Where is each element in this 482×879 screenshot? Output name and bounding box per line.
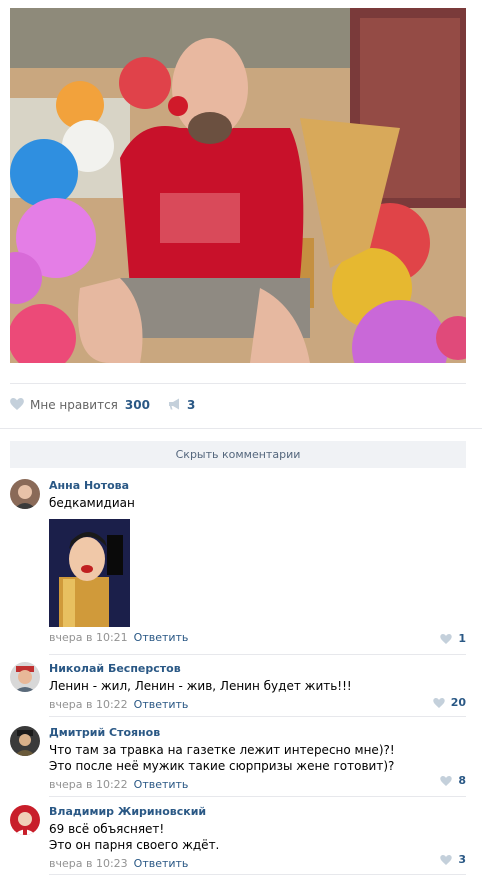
comment-body: Дмитрий Стоянов Что там за травка на газ…: [49, 726, 466, 792]
comment-like-button[interactable]: 1: [440, 632, 466, 645]
comment-text: бедкамидиан: [49, 495, 466, 511]
comment-separator: [49, 716, 466, 717]
reply-button[interactable]: Ответить: [134, 857, 189, 870]
comment-like-button[interactable]: 20: [432, 696, 466, 709]
heart-icon: [10, 397, 24, 413]
comment-text-line: Что там за травка на газетке лежит интер…: [49, 743, 395, 757]
comment-text-line: Это после неё мужик такие сюрпризы жене …: [49, 759, 395, 773]
share-count: 3: [186, 398, 196, 412]
comment-like-count: 1: [458, 632, 466, 645]
comment-body: Владимир Жириновский 69 всё объясняет! Э…: [49, 805, 466, 871]
reply-button[interactable]: Ответить: [134, 631, 189, 644]
comment-separator: [49, 796, 466, 797]
comment-body: Николай Бесперстов Ленин - жил, Ленин - …: [49, 662, 466, 712]
comment-photo[interactable]: [49, 519, 130, 627]
comment-like-count: 20: [450, 696, 466, 709]
comment-author[interactable]: Николай Бесперстов: [49, 662, 466, 676]
reply-button[interactable]: Ответить: [134, 698, 189, 711]
comment-text: Ленин - жил, Ленин - жив, Ленин будет жи…: [49, 678, 466, 694]
post-photo[interactable]: [10, 8, 466, 363]
comment-text-line: бедкамидиан: [49, 496, 135, 510]
comment: Дмитрий Стоянов Что там за травка на газ…: [10, 726, 466, 791]
hide-comments-button[interactable]: Скрыть комментарии: [10, 441, 466, 468]
comments-separator: [0, 428, 482, 429]
comment-like-count: 3: [458, 853, 466, 866]
comment-text: Что там за травка на газетке лежит интер…: [49, 742, 466, 774]
comment-author[interactable]: Владимир Жириновский: [49, 805, 466, 819]
comment-text: 69 всё объясняет! Это он парня своего жд…: [49, 821, 466, 853]
comment-author[interactable]: Дмитрий Стоянов: [49, 726, 466, 740]
comment-meta: вчера в 10:22 Ответить: [49, 778, 466, 792]
comment-text-line: Ленин - жил, Ленин - жив, Ленин будет жи…: [49, 679, 352, 693]
comment-separator: [49, 874, 466, 875]
like-button[interactable]: Мне нравится 300: [10, 397, 150, 413]
comment: Николай Бесперстов Ленин - жил, Ленин - …: [10, 662, 466, 712]
reply-button[interactable]: Ответить: [134, 778, 189, 791]
comment-time[interactable]: вчера в 10:22: [49, 698, 128, 711]
comment-meta: вчера в 10:21 Ответить: [49, 631, 466, 645]
comment-text-line: 69 всё объясняет!: [49, 822, 165, 836]
comment-like-count: 8: [458, 774, 466, 787]
avatar[interactable]: [10, 726, 40, 756]
comment-time[interactable]: вчера в 10:21: [49, 631, 128, 644]
share-button[interactable]: 3: [168, 398, 195, 413]
comment-time[interactable]: вчера в 10:22: [49, 778, 128, 791]
comment-like-button[interactable]: 3: [440, 853, 466, 866]
heart-icon: [440, 633, 453, 644]
avatar[interactable]: [10, 479, 40, 509]
comment: Анна Нотова бедкамидиан вчера в 10:21 Отв…: [10, 479, 466, 649]
like-label: Мне нравится: [30, 398, 118, 412]
comment-author[interactable]: Анна Нотова: [49, 479, 466, 493]
comment-body: Анна Нотова бедкамидиан вчера в 10:21 Отв…: [49, 479, 466, 645]
megaphone-icon: [168, 398, 182, 413]
avatar[interactable]: [10, 662, 40, 692]
heart-icon: [440, 854, 453, 865]
like-count: 300: [124, 398, 150, 412]
comment-meta: вчера в 10:22 Ответить: [49, 698, 466, 712]
heart-icon: [432, 697, 445, 708]
heart-icon: [440, 775, 453, 786]
comment-like-button[interactable]: 8: [440, 774, 466, 787]
comment-separator: [49, 654, 466, 655]
comment-meta: вчера в 10:23 Ответить: [49, 857, 466, 871]
comment-time[interactable]: вчера в 10:23: [49, 857, 128, 870]
comment: Владимир Жириновский 69 всё объясняет! Э…: [10, 805, 466, 870]
avatar[interactable]: [10, 805, 40, 835]
post-actions: Мне нравится 300 3: [10, 397, 195, 413]
comment-text-line: Это он парня своего ждёт.: [49, 838, 220, 852]
post-separator: [10, 383, 466, 384]
